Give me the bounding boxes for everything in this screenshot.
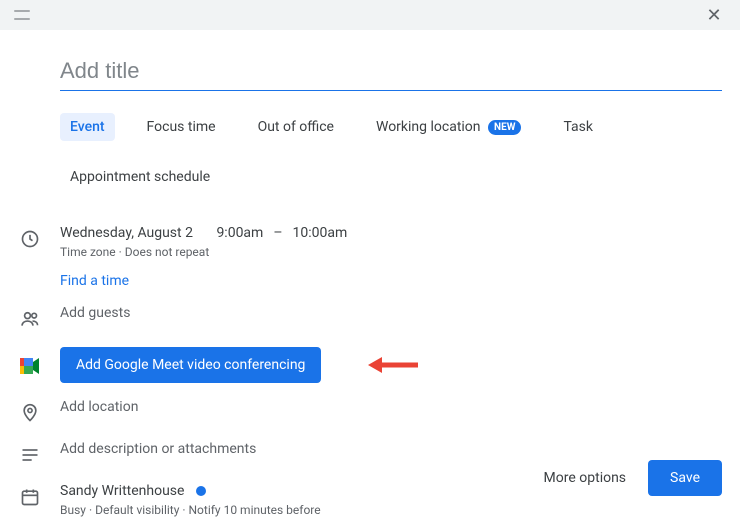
title-input[interactable] [60,54,722,91]
event-start-time[interactable]: 9:00am [216,225,263,241]
annotation-arrow-icon [368,355,418,375]
location-pin-icon [18,401,42,425]
recurrence-link[interactable]: Does not repeat [125,245,210,259]
availability-value[interactable]: Busy [60,503,86,517]
location-row: Add location [18,391,722,433]
find-a-time-link[interactable]: Find a time [60,273,129,289]
clock-icon [18,227,42,251]
datetime-row: Wednesday, August 2 9:00am – 10:00am Tim… [18,217,722,297]
close-button[interactable]: ✕ [702,3,726,27]
add-guests-input[interactable]: Add guests [60,305,130,321]
event-type-tabs: Event Focus time Out of office Working l… [18,113,722,191]
conferencing-row: Add Google Meet video conferencing [18,339,722,391]
add-google-meet-button[interactable]: Add Google Meet video conferencing [60,347,321,383]
tab-event[interactable]: Event [60,113,115,141]
tab-out-of-office[interactable]: Out of office [248,113,344,141]
tab-focus-time[interactable]: Focus time [137,113,226,141]
calendar-owner[interactable]: Sandy Writtenhouse [60,483,184,499]
notification-value[interactable]: Notify 10 minutes before [189,503,321,517]
dialog-header: ✕ [0,0,740,30]
tab-working-location[interactable]: Working location NEW [366,113,531,141]
save-button[interactable]: Save [648,460,722,496]
time-separator: – [273,225,282,241]
visibility-value[interactable]: Default visibility [95,503,179,517]
tab-task[interactable]: Task [553,113,603,141]
new-badge: NEW [488,120,521,135]
google-meet-icon [18,354,42,378]
event-end-time[interactable]: 10:00am [293,225,348,241]
guests-row: Add guests [18,297,722,339]
add-description-input[interactable]: Add description or attachments [60,441,256,457]
tab-appointment-schedule[interactable]: Appointment schedule [60,163,220,191]
timezone-link[interactable]: Time zone [60,245,116,259]
tab-working-location-label: Working location [376,119,481,135]
add-location-input[interactable]: Add location [60,399,138,415]
notes-icon [18,443,42,467]
calendar-icon [18,485,42,509]
people-icon [18,307,42,331]
event-date[interactable]: Wednesday, August 2 [60,225,193,241]
drag-handle-icon[interactable] [14,10,30,20]
calendar-color-dot [196,486,206,496]
dialog-footer: More options Save [544,460,722,496]
more-options-button[interactable]: More options [544,470,627,486]
